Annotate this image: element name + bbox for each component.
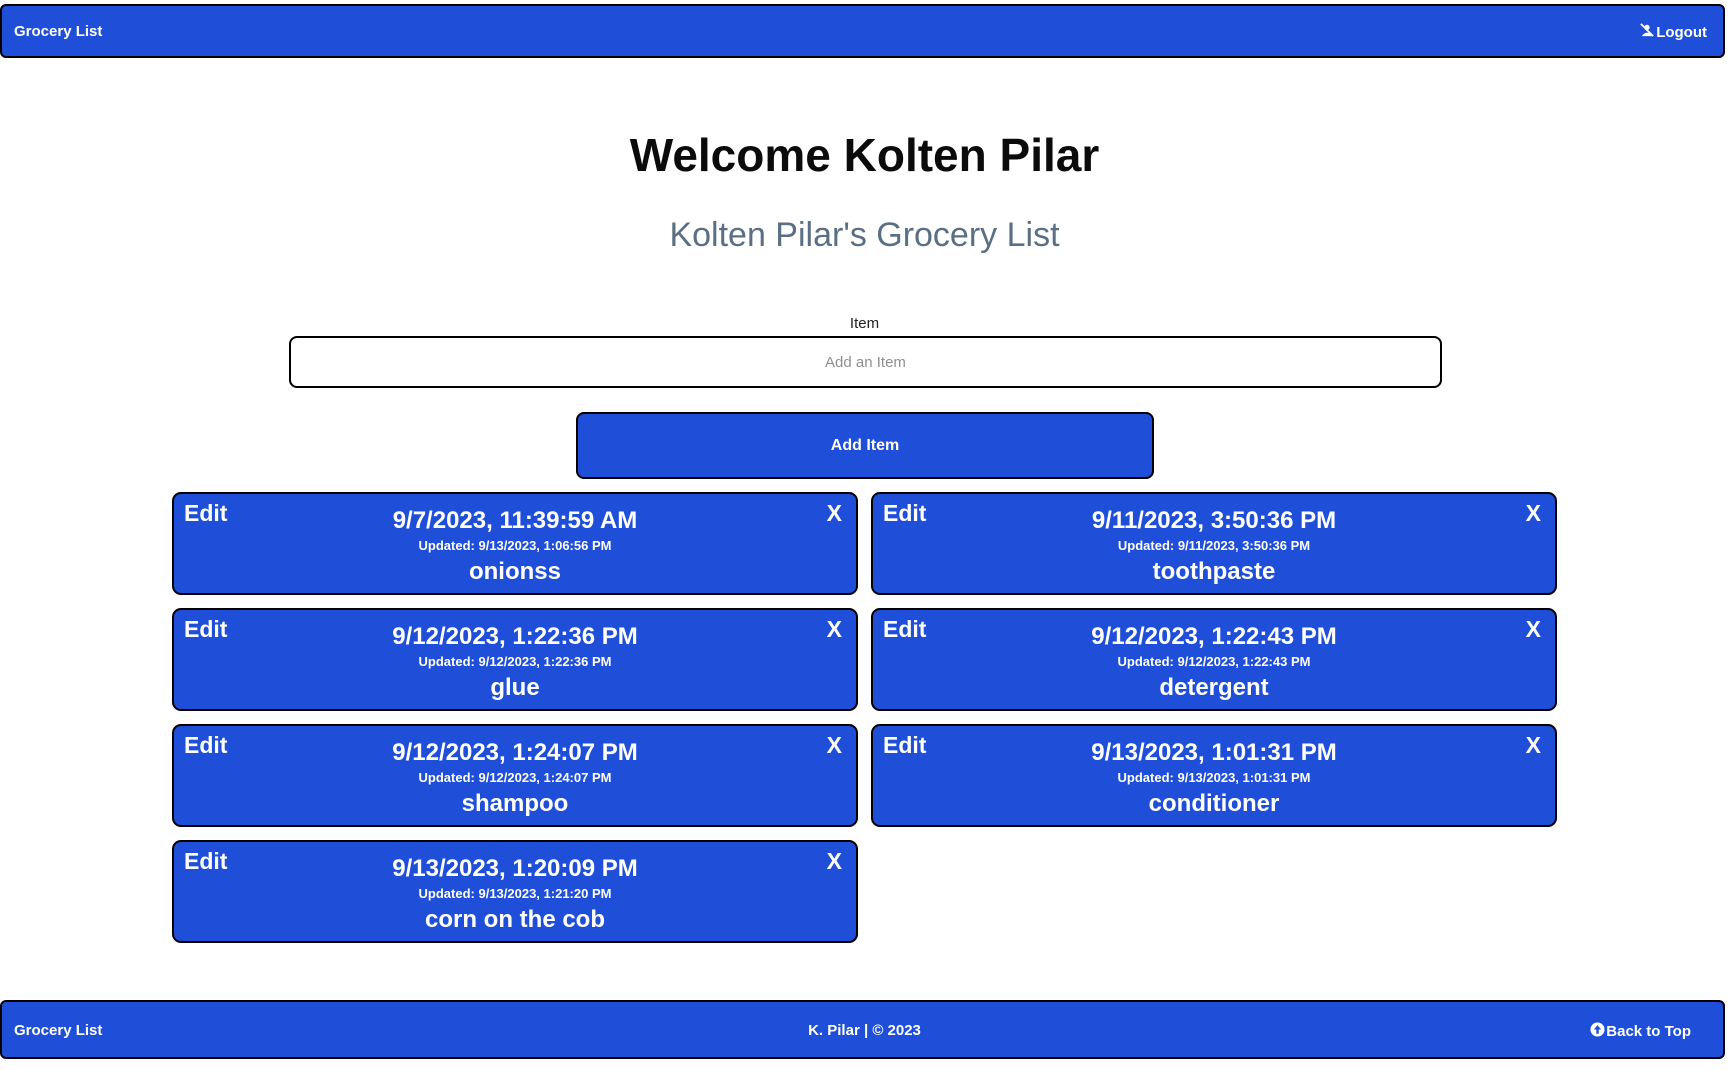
- created-date: 9/7/2023, 11:39:59 AM: [392, 507, 638, 534]
- created-date: 9/12/2023, 1:22:43 PM: [1091, 623, 1337, 650]
- navbar-brand[interactable]: Grocery List: [14, 23, 102, 40]
- item-name: onionss: [468, 558, 561, 585]
- item-grid: Edit X 9/7/2023, 11:39:59 AM Updated: 9/…: [172, 492, 1558, 943]
- logout-label: Logout: [1656, 23, 1707, 41]
- updated-date: Updated: 9/12/2023, 1:22:43 PM: [1117, 654, 1311, 669]
- back-to-top-label: Back to Top: [1606, 1023, 1691, 1040]
- created-date: 9/11/2023, 3:50:36 PM: [1091, 507, 1337, 534]
- item-card: Edit X 9/12/2023, 1:22:36 PM Updated: 9/…: [172, 608, 858, 711]
- item-name: corn on the cob: [425, 906, 605, 933]
- created-date: 9/13/2023, 1:20:09 PM: [392, 855, 638, 882]
- updated-date: Updated: 9/13/2023, 1:01:31 PM: [1117, 770, 1311, 785]
- item-name: detergent: [1159, 674, 1269, 701]
- item-card: Edit X 9/12/2023, 1:22:43 PM Updated: 9/…: [871, 608, 1557, 711]
- updated-date: Updated: 9/12/2023, 1:24:07 PM: [418, 770, 612, 785]
- item-card: Edit X 9/13/2023, 1:01:31 PM Updated: 9/…: [871, 724, 1557, 827]
- updated-date: Updated: 9/13/2023, 1:21:20 PM: [418, 886, 612, 901]
- back-to-top-link[interactable]: Back to Top: [1590, 1022, 1691, 1041]
- item-card: Edit X 9/11/2023, 3:50:36 PM Updated: 9/…: [871, 492, 1557, 595]
- item-input[interactable]: [289, 336, 1442, 388]
- updated-date: Updated: 9/13/2023, 1:06:56 PM: [418, 538, 612, 553]
- item-name: toothpaste: [1152, 558, 1276, 585]
- item-card: Edit X 9/7/2023, 11:39:59 AM Updated: 9/…: [172, 492, 858, 595]
- item-name: shampoo: [461, 790, 569, 817]
- created-date: 9/13/2023, 1:01:31 PM: [1091, 739, 1337, 766]
- arrow-up-circle-icon: [1590, 1022, 1606, 1041]
- updated-date: Updated: 9/11/2023, 3:50:36 PM: [1117, 538, 1311, 553]
- item-card: Edit X 9/12/2023, 1:24:07 PM Updated: 9/…: [172, 724, 858, 827]
- page-subtitle: Kolten Pilar's Grocery List: [669, 216, 1060, 254]
- created-date: 9/12/2023, 1:22:36 PM: [392, 623, 638, 650]
- updated-date: Updated: 9/12/2023, 1:22:36 PM: [418, 654, 612, 669]
- logout-button[interactable]: Logout: [1640, 23, 1707, 41]
- footer-copyright: K. Pilar | © 2023: [808, 1022, 921, 1039]
- item-card: Edit X 9/13/2023, 1:20:09 PM Updated: 9/…: [172, 840, 858, 943]
- footer: Grocery List K. Pilar | © 2023 Back to T…: [0, 1000, 1725, 1059]
- user-slash-icon: [1640, 23, 1656, 41]
- item-label: Item: [849, 315, 880, 332]
- item-name: conditioner: [1148, 790, 1280, 817]
- created-date: 9/12/2023, 1:24:07 PM: [392, 739, 638, 766]
- item-name: glue: [490, 674, 540, 701]
- navbar: Grocery List Logout: [0, 4, 1725, 58]
- page-title: Welcome Kolten Pilar: [629, 129, 1100, 181]
- add-item-button[interactable]: Add Item: [576, 412, 1154, 479]
